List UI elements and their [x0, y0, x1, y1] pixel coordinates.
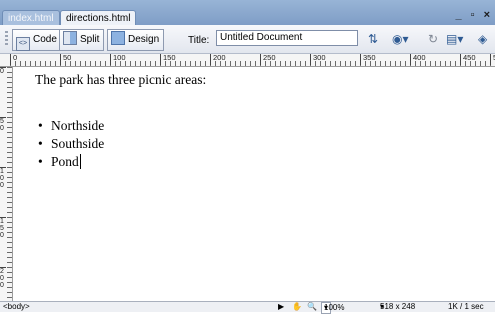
refresh-icon[interactable]: ↻ [428, 31, 438, 47]
list-item[interactable]: Northside [35, 117, 104, 135]
design-view-label: Design [128, 34, 160, 45]
code-icon: <> [16, 37, 30, 51]
ruler-label: 400 [410, 54, 426, 65]
ruler-label: 250 [260, 54, 276, 65]
code-view-label: Code [33, 34, 57, 45]
file-management-icon[interactable]: ⇅ [368, 31, 378, 47]
title-input[interactable] [216, 30, 358, 46]
ruler-label: 5 [490, 54, 495, 65]
status-bar: <body> ▶ ✋ 🔍 100% ▾ 518 x 248 ▾ 1K / 1 s… [0, 301, 495, 314]
list-item-text: Pond [51, 154, 79, 169]
ruler-label: 0 [10, 54, 17, 65]
picnic-areas-list: Northside Southside Pond [35, 117, 104, 171]
split-view-label: Split [80, 34, 100, 45]
window-controls[interactable]: _ ▫ × [455, 9, 493, 21]
title-label: Title: [188, 35, 210, 46]
ruler-label: 150 [160, 54, 176, 65]
list-item[interactable]: Southside [35, 135, 104, 153]
ruler-label: 450 [460, 54, 476, 65]
text-cursor [79, 154, 81, 169]
preview-browser-icon[interactable]: ◉▾ [392, 31, 409, 47]
toolbar-grip[interactable] [5, 31, 8, 47]
ruler-label: 100 [0, 167, 6, 189]
ruler-label: 50 [60, 54, 71, 65]
ruler-ticks [7, 67, 12, 301]
list-item-text: Southside [51, 136, 105, 151]
zoom-select[interactable]: 100% ▾ [321, 302, 344, 314]
document-toolbar: <>Code Split Design Title: ⇅ ◉▾ ↻ ▤▾ ◈ [0, 25, 495, 54]
visual-aids-icon[interactable]: ◈ [478, 31, 487, 47]
ruler-label: 300 [310, 54, 326, 65]
intro-paragraph[interactable]: The park has three picnic areas: [35, 72, 206, 88]
view-options-icon[interactable]: ▤▾ [446, 31, 463, 47]
tab-index-html[interactable]: index.html [2, 10, 60, 26]
code-view-button[interactable]: <> Code [12, 29, 62, 51]
split-icon [63, 31, 77, 45]
ruler-label: 350 [360, 54, 376, 65]
ruler-label: 0 [0, 67, 6, 75]
zoom-value: 100% [324, 303, 345, 312]
horizontal-ruler: 0 50 100 150 200 250 300 350 400 450 5 [0, 54, 495, 67]
design-icon [111, 31, 125, 45]
split-view-button[interactable]: Split [59, 29, 105, 51]
list-item-text: Northside [51, 118, 105, 133]
ruler-label: 200 [0, 267, 6, 289]
ruler-label: 150 [0, 217, 6, 239]
vertical-ruler: 0 50 100 150 200 [0, 67, 13, 301]
ruler-label: 100 [110, 54, 126, 65]
design-view-button[interactable]: Design [107, 29, 165, 51]
document-tab-bar: index.html directions.html _ ▫ × [0, 0, 495, 26]
list-item[interactable]: Pond [35, 153, 104, 171]
design-canvas[interactable]: The park has three picnic areas: Northsi… [13, 67, 495, 301]
ruler-label: 50 [0, 117, 6, 132]
ruler-label: 200 [210, 54, 226, 65]
tab-directions-html[interactable]: directions.html [60, 10, 137, 26]
